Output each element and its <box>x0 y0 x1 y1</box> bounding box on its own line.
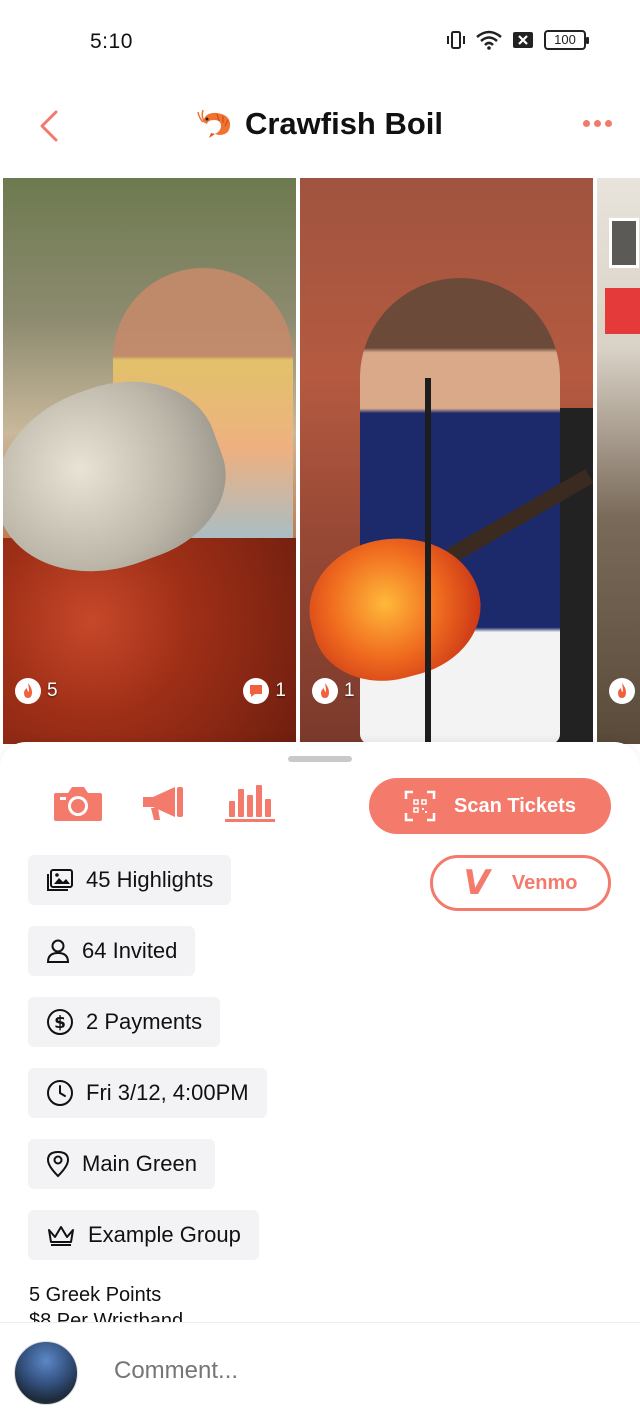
like-count-badge[interactable] <box>609 678 640 704</box>
comment-count: 1 <box>275 680 286 701</box>
highlights-chip[interactable]: 45 Highlights <box>28 855 232 905</box>
battery-indicator: 100 <box>544 30 589 50</box>
like-count-badge[interactable]: 1 <box>312 678 355 704</box>
shrimp-icon <box>197 109 231 138</box>
stats-button[interactable] <box>224 780 276 826</box>
comment-icon <box>243 678 270 704</box>
location-label: Main Green <box>82 1151 197 1176</box>
venmo-logo-icon: V <box>463 863 490 903</box>
invited-label: 64 Invited <box>82 938 178 963</box>
like-count-badge[interactable]: 5 <box>15 678 58 704</box>
scan-tickets-button[interactable]: Scan Tickets <box>369 778 611 834</box>
invited-chip[interactable]: 64 Invited <box>28 926 196 976</box>
announce-button[interactable] <box>138 780 190 826</box>
venmo-button[interactable]: V Venmo <box>430 855 611 911</box>
like-count: 1 <box>344 680 355 701</box>
clock-icon <box>47 1080 73 1106</box>
highlights-label: 45 Highlights <box>86 867 214 892</box>
more-options-button[interactable] <box>583 120 612 127</box>
comment-input[interactable] <box>114 1357 594 1385</box>
payments-label: 2 Payments <box>86 1009 203 1034</box>
datetime-label: Fri 3/12, 4:00PM <box>86 1080 249 1105</box>
dollar-icon: $ <box>47 1009 73 1035</box>
person-icon <box>46 939 70 963</box>
dot-icon <box>605 120 612 127</box>
flame-icon <box>609 678 635 704</box>
like-count: 5 <box>47 680 58 701</box>
dot-icon <box>583 120 590 127</box>
photo-carousel[interactable]: 5 1 1 <box>0 178 640 744</box>
bar-chart-icon <box>225 785 275 822</box>
svg-text:$: $ <box>54 1013 66 1033</box>
title-group: Crawfish Boil <box>0 106 640 142</box>
photo-crawfish-pile <box>3 538 296 744</box>
photo-mic-stand <box>425 378 431 744</box>
photo-guitarist[interactable]: 1 <box>300 178 593 744</box>
quick-actions <box>52 780 276 826</box>
datetime-chip[interactable]: Fri 3/12, 4:00PM <box>28 1068 267 1118</box>
payments-chip[interactable]: $ 2 Payments <box>28 997 221 1047</box>
group-label: Example Group <box>88 1222 241 1247</box>
scan-tickets-label: Scan Tickets <box>454 794 576 817</box>
photo-party[interactable] <box>597 178 640 744</box>
event-details-sheet: Scan Tickets V Venmo 45 Highlights 64 In… <box>0 742 640 1322</box>
drag-handle[interactable] <box>288 756 352 762</box>
page-title: Crawfish Boil <box>244 106 444 141</box>
crown-icon <box>48 1226 74 1246</box>
status-bar: 5:10 100 <box>0 0 640 86</box>
location-chip[interactable]: Main Green <box>28 1139 215 1189</box>
group-chip[interactable]: Example Group <box>28 1210 259 1260</box>
photo-crawfish-pour[interactable]: 5 1 <box>3 178 296 744</box>
wristband-price-text: $8 Per Wristband <box>29 1310 184 1322</box>
dot-icon <box>594 120 601 127</box>
photo-flag <box>605 288 640 334</box>
qr-code-icon <box>404 790 436 822</box>
no-sim-icon <box>513 32 533 48</box>
event-info-list: 45 Highlights 64 Invited $ 2 Payments Fr… <box>28 855 267 1260</box>
greek-points-text: 5 Greek Points <box>29 1284 162 1306</box>
avatar[interactable] <box>14 1341 78 1405</box>
vibrate-icon <box>447 31 465 49</box>
flame-icon <box>15 678 41 704</box>
location-pin-icon <box>46 1150 70 1178</box>
comment-bar <box>0 1322 640 1422</box>
status-time: 5:10 <box>90 30 133 53</box>
venmo-label: Venmo <box>511 871 578 894</box>
photo-gallery-icon <box>47 869 73 891</box>
event-extra-info: 5 Greek Points $8 Per Wristband <box>29 1282 183 1322</box>
event-header: Crawfish Boil <box>0 86 640 176</box>
megaphone-icon <box>143 787 183 820</box>
camera-button[interactable] <box>52 780 104 826</box>
photo-window <box>609 218 639 268</box>
comment-count-badge[interactable]: 1 <box>243 678 286 704</box>
status-icons: 100 <box>446 30 589 50</box>
camera-icon <box>54 787 102 821</box>
flame-icon <box>312 678 338 704</box>
wifi-icon <box>476 30 502 50</box>
